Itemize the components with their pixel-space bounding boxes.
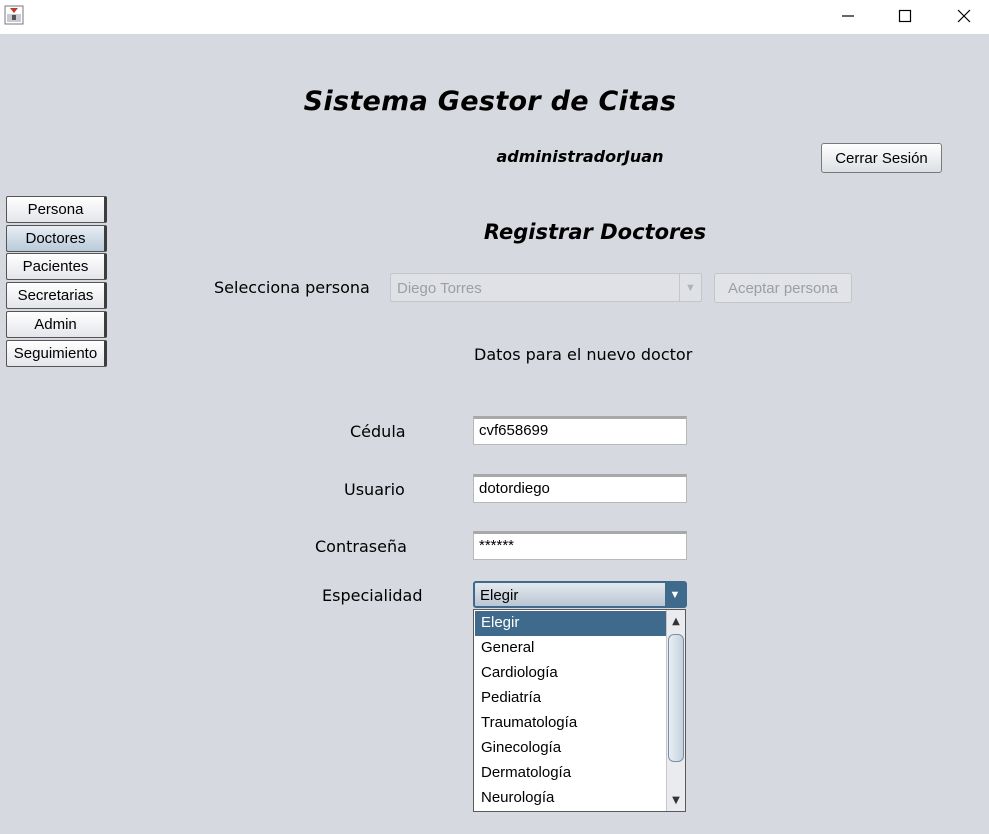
sidebar-item-seguimiento[interactable]: Seguimiento [6,340,107,367]
maximize-icon [898,9,912,23]
sidebar-item-pacientes[interactable]: Pacientes [6,253,107,280]
accept-person-button: Aceptar persona [714,273,852,303]
dropdown-option-elegir[interactable]: Elegir [475,611,666,636]
especialidad-value: Elegir [480,587,519,604]
select-person-combobox: Diego Torres ▼ [390,273,702,302]
page-title: Sistema Gestor de Citas [303,86,677,117]
maximize-button[interactable] [882,0,928,32]
close-button[interactable] [941,0,987,32]
dropdown-option-pediatria[interactable]: Pediatría [475,686,666,711]
window-titlebar [0,0,989,34]
scroll-up-arrow-icon[interactable]: ▲ [667,612,685,630]
sidebar-item-persona[interactable]: Persona [6,196,107,223]
dropdown-option-general[interactable]: General [475,636,666,661]
dropdown-scrollbar[interactable]: ▲ ▼ [666,610,685,811]
usuario-label: Usuario [344,480,405,499]
cedula-label: Cédula [350,422,406,441]
sidebar-item-admin[interactable]: Admin [6,311,107,338]
scroll-down-arrow-icon[interactable]: ▼ [667,791,685,809]
minimize-button[interactable] [825,0,871,32]
select-person-label: Selecciona persona [214,278,370,297]
usuario-field[interactable]: dotordiego [473,474,687,503]
dropdown-option-neurologia[interactable]: Neurología [475,786,666,811]
dropdown-option-ginecologia[interactable]: Ginecología [475,736,666,761]
especialidad-dropdown-list: Elegir General Cardiología Pediatría Tra… [473,609,686,812]
section-title: Registrar Doctores [483,220,707,244]
chevron-down-icon[interactable]: ▼ [665,583,685,606]
minimize-icon [842,15,854,17]
sidebar-item-doctores[interactable]: Doctores [6,225,107,252]
java-app-icon [4,5,24,25]
scrollbar-thumb[interactable] [668,634,684,762]
especialidad-label: Especialidad [322,586,423,605]
chevron-down-icon: ▼ [679,274,701,301]
dropdown-option-traumatologia[interactable]: Traumatología [475,711,666,736]
cedula-field[interactable]: cvf658699 [473,416,687,445]
current-username: administradorJuan [496,147,664,166]
logout-button[interactable]: Cerrar Sesión [821,143,942,173]
close-icon [957,9,971,23]
dropdown-option-dermatologia[interactable]: Dermatología [475,761,666,786]
password-label: Contraseña [315,537,407,556]
password-field[interactable]: ****** [473,531,687,560]
especialidad-combobox[interactable]: Elegir ▼ [473,581,687,608]
form-subtitle: Datos para el nuevo doctor [474,345,693,364]
dropdown-option-cardiologia[interactable]: Cardiología [475,661,666,686]
sidebar-item-secretarias[interactable]: Secretarias [6,282,107,309]
select-person-value: Diego Torres [397,280,482,297]
